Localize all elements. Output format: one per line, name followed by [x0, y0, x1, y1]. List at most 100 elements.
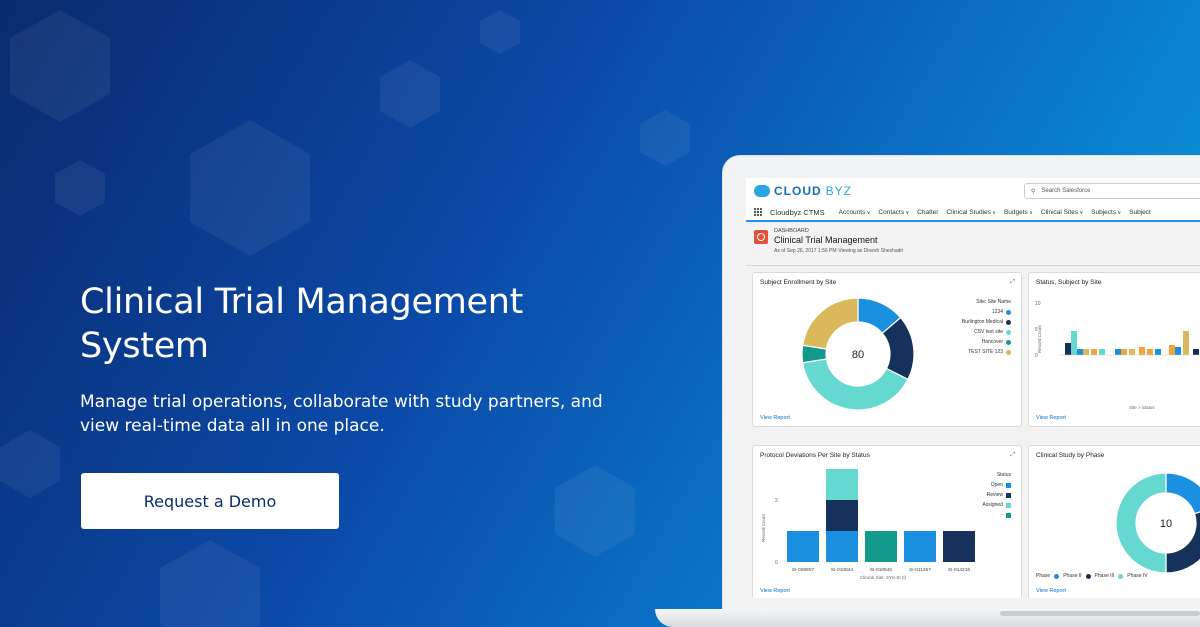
legend-label: Burlington Medical	[961, 319, 1003, 325]
legend-label: -	[1001, 512, 1003, 518]
bar	[1091, 349, 1097, 355]
hero: Clinical Trial Management System Manage …	[80, 280, 640, 438]
bar	[1099, 349, 1105, 355]
search-placeholder: Search Salesforce	[1041, 188, 1091, 194]
card-title: Protocol Deviations Per Site by Status	[760, 452, 870, 459]
nav-bar: Cloudbyz CTMS Accounts Contacts Chatter …	[746, 204, 1200, 222]
legend-item: Review	[982, 492, 1011, 498]
legend-item: Burlington Medical	[962, 319, 1011, 325]
search-input[interactable]: ⚲ Search Salesforce	[1024, 183, 1200, 199]
bar	[1175, 347, 1181, 355]
legend-swatch	[1006, 349, 1011, 355]
legend-label: 1234	[991, 309, 1003, 315]
search-icon: ⚲	[1031, 188, 1036, 195]
x-tick: SI-010844	[831, 567, 853, 573]
hero-title: Clinical Trial Management System	[80, 282, 524, 366]
view-report-link[interactable]: View Report	[760, 415, 790, 421]
logo-text: CLOUD	[774, 184, 822, 198]
enrollment-legend: Site: Site Name 1234 Burlington Medical …	[962, 299, 1011, 359]
nav-contacts[interactable]: Contacts	[878, 209, 909, 216]
bar	[1193, 349, 1199, 355]
card-protocol-deviations: Protocol Deviations Per Site by Status ⤢…	[752, 445, 1022, 598]
card-study-by-phase: Clinical Study by Phase 10 Phase Phase I…	[1028, 445, 1200, 598]
dashboard-subtitle: As of Sep 26, 2017 1:56 PM·Viewing as Di…	[774, 248, 904, 254]
cloud-icon	[754, 185, 770, 197]
bar	[1065, 343, 1071, 355]
legend-swatch	[1006, 482, 1011, 488]
legend-swatch	[1006, 502, 1011, 508]
legend-label: CSV test site	[974, 329, 1003, 335]
dashboard-title: Clinical Trial Management	[774, 235, 878, 245]
legend-item: -	[982, 512, 1011, 518]
phase-donut-chart: 10	[1115, 472, 1200, 574]
legend-swatch	[1006, 309, 1011, 315]
bar	[1121, 349, 1127, 355]
bar	[1155, 349, 1161, 355]
nav-subjects[interactable]: Subjects	[1091, 209, 1121, 216]
bar-si-010844-assigned	[826, 469, 858, 500]
bar	[1077, 349, 1083, 355]
card-title: Status, Subject by Site	[1036, 279, 1102, 286]
legend-item: Assigned	[982, 502, 1011, 508]
donut-center-value: 80	[852, 349, 864, 361]
y-tick: 10	[1035, 301, 1041, 307]
legend-item: Hancover	[962, 339, 1011, 345]
legend-swatch	[1006, 512, 1011, 518]
legend-label: Review	[986, 492, 1003, 498]
x-axis-label: Site > Status	[1129, 405, 1155, 410]
legend-item: Open	[982, 482, 1011, 488]
nav-chatter[interactable]: Chatter	[917, 209, 938, 216]
donut-center-value: 10	[1160, 518, 1172, 530]
dashboard-screen: CLOUD BYZ ⚲ Search Salesforce Cloudbyz CT…	[746, 178, 1200, 598]
y-axis-label: Record Count	[761, 513, 766, 542]
card-subject-enrollment: Subject Enrollment by Site ⤢ 80 Site: Si…	[752, 272, 1022, 427]
dashboard-eyebrow: DASHBOARD	[774, 228, 809, 234]
cloudbyz-logo[interactable]: CLOUD BYZ	[754, 184, 852, 198]
x-axis-label: Clinical Site: SYS-SI (I)	[860, 575, 907, 580]
hero-subtitle: Manage trial operations, collaborate wit…	[80, 392, 603, 436]
view-report-link[interactable]: View Report	[760, 588, 790, 594]
legend-item: TEST SITE 123	[962, 349, 1011, 355]
donut-slice-phase-iv	[1115, 472, 1167, 574]
app-launcher-icon[interactable]	[754, 208, 762, 216]
bar	[1169, 345, 1175, 355]
view-report-link[interactable]: View Report	[1036, 588, 1066, 594]
legend-label: Phase III	[1094, 573, 1115, 579]
nav-clinical-sites[interactable]: Clinical Sites	[1041, 209, 1083, 216]
app-name: Cloudbyz CTMS	[770, 207, 825, 217]
legend-title: Site: Site Name	[976, 299, 1011, 305]
nav-clinical-studies[interactable]: Clinical Studies	[946, 209, 996, 216]
request-demo-button[interactable]: Request a Demo	[81, 473, 339, 529]
legend-swatch	[1006, 492, 1011, 498]
y-tick: 0	[775, 560, 778, 566]
card-title: Clinical Study by Phase	[1036, 452, 1105, 459]
legend-swatch	[1085, 573, 1091, 579]
dashboard-body: Subject Enrollment by Site ⤢ 80 Site: Si…	[746, 266, 1200, 598]
x-tick: SI-014216	[948, 567, 970, 573]
expand-icon[interactable]: ⤢	[1010, 452, 1015, 459]
y-axis-label: Record Count	[1037, 324, 1042, 353]
nav-accounts[interactable]: Accounts	[839, 209, 871, 216]
bar-si-010846-none	[865, 531, 897, 562]
dashboard-icon	[754, 230, 768, 244]
legend-swatch	[1006, 319, 1011, 325]
x-tick: SI-009807	[792, 567, 814, 573]
status-bar-chart: 10 5 0 Record Count Site > Status	[1035, 301, 1200, 410]
bar-si-011257-open	[904, 531, 936, 562]
legend-label: Hancover	[981, 339, 1003, 345]
legend-label: Phase II	[1063, 573, 1082, 579]
legend-label: Assigned	[982, 502, 1003, 508]
expand-icon[interactable]: ⤢	[1010, 279, 1015, 286]
dashboard-header: DASHBOARD Clinical Trial Management As o…	[746, 222, 1200, 266]
legend-title: Phase	[1036, 573, 1051, 579]
app-header: CLOUD BYZ ⚲ Search Salesforce	[746, 178, 1200, 204]
donut-slice-test-site-123	[802, 297, 859, 350]
bar	[1139, 347, 1145, 355]
x-tick: SI-011257	[909, 567, 931, 573]
bar	[1183, 331, 1189, 355]
nav-budgets[interactable]: Budgets	[1004, 209, 1033, 216]
nav-subject[interactable]: Subject	[1129, 209, 1151, 216]
view-report-link[interactable]: View Report	[1036, 415, 1066, 421]
legend-item: 1234	[962, 309, 1011, 315]
deviations-legend: Status Open Review Assigned -	[982, 472, 1011, 522]
